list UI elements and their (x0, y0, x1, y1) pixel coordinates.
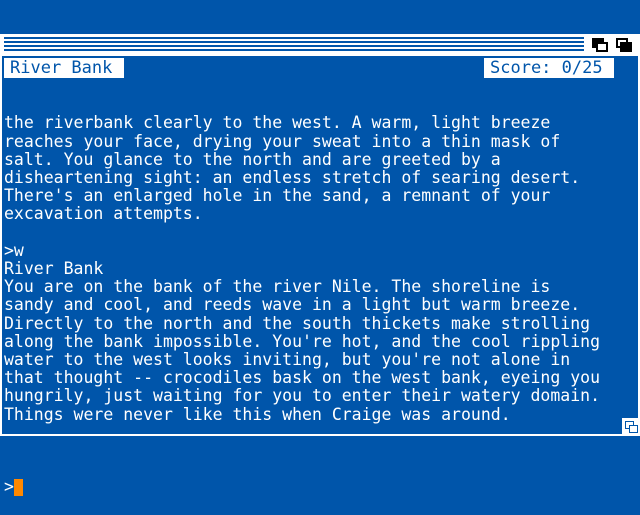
transcript-line: sandy and cool, and reeds wave in a ligh… (4, 295, 581, 315)
title-bar[interactable] (0, 34, 640, 56)
transcript-line: hungrily, just waiting for you to enter … (4, 386, 601, 406)
transcript-line (4, 424, 624, 442)
transcript-line: River Bank (4, 259, 104, 279)
transcript[interactable]: the riverbank clearly to the west. A war… (4, 78, 624, 515)
transcript-line: along the bank impossible. You're hot, a… (4, 331, 601, 351)
score-label: Score: 0/25 (484, 58, 614, 78)
transcript-line: disheartening sight: an endless stretch … (4, 168, 581, 188)
transcript-line: salt. You glance to the north and are gr… (4, 149, 501, 169)
transcript-line: There's an enlarged hole in the sand, a … (4, 186, 551, 206)
prompt-symbol: > (4, 477, 14, 497)
transcript-line: Directly to the north and the south thic… (4, 313, 591, 333)
text-cursor[interactable] (13, 479, 23, 497)
transcript-line: >w (4, 240, 24, 260)
transcript-line: excavation attempts. (4, 204, 203, 224)
title-bar-drag-area[interactable] (4, 37, 584, 51)
transcript-line: the riverbank clearly to the west. A war… (4, 113, 551, 133)
transcript-line: water to the west looks inviting, but yo… (4, 350, 571, 370)
depth-back-icon[interactable] (590, 36, 610, 54)
depth-front-icon[interactable] (614, 36, 634, 54)
screen-top (0, 0, 640, 24)
status-bar: River Bank Score: 0/25 (4, 58, 636, 78)
resize-gadget-icon[interactable] (622, 418, 638, 434)
transcript-line: You are on the bank of the river Nile. T… (4, 277, 551, 297)
location-label: River Bank (4, 58, 124, 78)
transcript-line: that thought -- crocodiles bask on the w… (4, 368, 601, 388)
transcript-line: reaches your face, drying your sweat int… (4, 131, 561, 151)
transcript-lines: the riverbank clearly to the west. A war… (4, 114, 624, 442)
transcript-line (4, 224, 624, 242)
depth-front-square-front (620, 42, 632, 52)
resize-square-front (629, 425, 638, 433)
prompt-line[interactable]: > (4, 477, 624, 497)
depth-back-square-front (596, 42, 608, 52)
transcript-line: Things were never like this when Craige … (4, 404, 511, 424)
